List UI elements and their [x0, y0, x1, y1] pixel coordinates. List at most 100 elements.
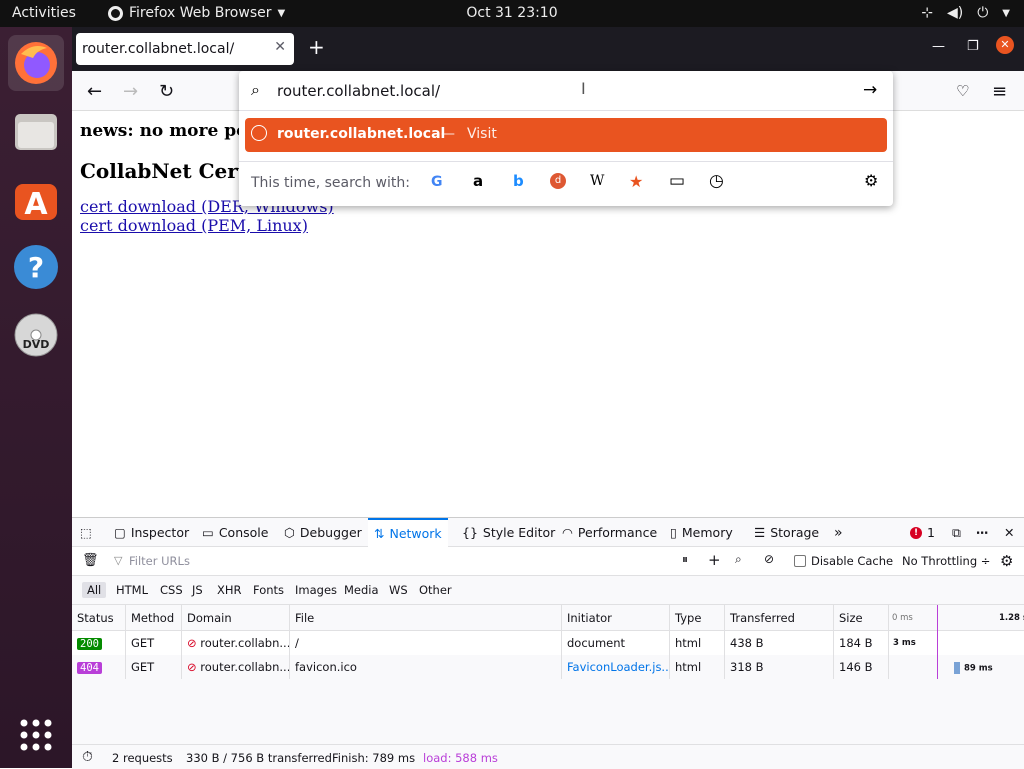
close-devtools-icon[interactable]: ✕: [1004, 518, 1014, 547]
tabs-icon[interactable]: ▭: [669, 171, 685, 191]
tab-performance[interactable]: ◠ Performance: [562, 518, 657, 547]
wikipedia-icon[interactable]: W: [590, 173, 604, 189]
table-row[interactable]: 404 GET ⊘ router.collabn... favicon.ico Favi…: [72, 655, 1024, 679]
search-icon[interactable]: ⌕: [735, 552, 742, 567]
url-bar[interactable]: ⌕ router.collabnet.local/ I →: [239, 71, 893, 111]
filter-xhr[interactable]: XHR: [217, 583, 242, 597]
throttling-select[interactable]: No Throttling ÷: [902, 554, 990, 568]
filter-fonts[interactable]: Fonts: [253, 583, 284, 597]
filter-images[interactable]: Images: [295, 583, 337, 597]
more-tabs-icon[interactable]: »: [834, 518, 843, 547]
col-domain[interactable]: Domain: [182, 605, 290, 630]
activities-button[interactable]: Activities: [12, 5, 76, 21]
tab-inspector[interactable]: ▢ Inspector: [114, 518, 189, 547]
dock-help[interactable]: ?: [8, 239, 64, 295]
app-menu[interactable]: Firefox Web Browser ▼: [108, 5, 285, 21]
col-file[interactable]: File: [290, 605, 562, 630]
network-arrows-icon: ⇅: [374, 526, 385, 541]
amazon-icon[interactable]: a: [473, 172, 483, 190]
maximize-button[interactable]: ❐: [967, 39, 979, 54]
filter-css[interactable]: CSS: [160, 583, 183, 597]
tab-debugger[interactable]: ⬡ Debugger: [284, 518, 362, 547]
col-type[interactable]: Type: [670, 605, 725, 630]
firefox-icon: [15, 42, 57, 84]
settings-gear-icon[interactable]: ⚙: [1000, 552, 1013, 570]
power-icon: ⏻: [977, 5, 989, 21]
history-icon[interactable]: ◷: [709, 171, 724, 191]
cert-download-pem-link[interactable]: cert download (PEM, Linux): [80, 216, 1016, 235]
bing-icon[interactable]: b: [513, 172, 524, 190]
col-method[interactable]: Method: [126, 605, 182, 630]
filter-js[interactable]: JS: [192, 583, 203, 597]
menu-button[interactable]: ≡: [992, 81, 1007, 102]
search-engines-row: This time, search with: G a b d W ★ ▭ ◷ …: [239, 161, 893, 205]
insecure-lock-icon: ⊘: [187, 636, 201, 650]
minimize-button[interactable]: —: [932, 39, 945, 54]
dock-software[interactable]: A: [8, 171, 64, 227]
search-icon: ⌕: [251, 80, 260, 99]
cell-transferred: 318 B: [725, 655, 834, 679]
network-toolbar: 🗑 ▽ Filter URLs ⏸ + ⌕ ⊘ Disable Cache No…: [72, 547, 1024, 576]
filter-other[interactable]: Other: [419, 583, 452, 597]
dock-side-icon[interactable]: ⧉: [952, 518, 961, 547]
dock-dvd[interactable]: DVD: [8, 307, 64, 363]
col-size[interactable]: Size: [834, 605, 889, 630]
initiator-value: document: [567, 636, 626, 650]
devtools-toolbar: ⬚ ▢ Inspector ▭ Console ⬡ Debugger ⇅ Network…: [72, 518, 1024, 547]
filter-html[interactable]: HTML: [116, 583, 148, 597]
disable-cache-checkbox[interactable]: [794, 555, 806, 567]
tab-style-editor[interactable]: {} Style Editor: [462, 518, 555, 547]
tab-console[interactable]: ▭ Console: [202, 518, 268, 547]
duckduckgo-icon[interactable]: d: [550, 173, 566, 189]
error-badge[interactable]: ! 1: [910, 518, 935, 547]
filter-all[interactable]: All: [82, 582, 107, 598]
pause-icon[interactable]: ⏸: [682, 552, 688, 567]
tab-memory[interactable]: ▯ Memory: [670, 518, 733, 547]
filter-urls-input[interactable]: Filter URLs: [129, 554, 190, 568]
files-icon: [15, 114, 57, 150]
cell-status: 404: [72, 655, 126, 679]
dock-firefox[interactable]: [8, 35, 64, 91]
waterfall-tick-end: 1.28 s: [999, 613, 1024, 623]
go-arrow-icon[interactable]: →: [863, 80, 877, 100]
google-icon[interactable]: G: [431, 174, 443, 190]
filter-ws[interactable]: WS: [389, 583, 408, 597]
element-picker-icon[interactable]: ⬚: [80, 518, 92, 547]
url-result-row[interactable]: router.collabnet.local — Visit: [245, 118, 887, 152]
load-time: load: 588 ms: [423, 751, 498, 765]
console-icon: ▭: [202, 525, 214, 540]
filter-media[interactable]: Media: [344, 583, 379, 597]
back-button[interactable]: ←: [87, 81, 102, 102]
reload-button[interactable]: ↻: [159, 81, 174, 102]
show-apps-button[interactable]: [8, 707, 64, 763]
settings-gear-icon[interactable]: ⚙: [864, 171, 878, 190]
new-tab-button[interactable]: +: [308, 35, 325, 59]
cell-timing: 89 ms: [889, 655, 1024, 679]
browser-tab[interactable]: router.collabnet.local/ ✕: [76, 33, 294, 65]
col-transferred[interactable]: Transferred: [725, 605, 834, 630]
dock-files[interactable]: [8, 103, 64, 159]
timing-value: 3 ms: [893, 638, 916, 648]
col-status[interactable]: Status: [72, 605, 126, 630]
bookmarks-icon[interactable]: ★: [629, 172, 643, 191]
close-tab-icon[interactable]: ✕: [274, 39, 286, 55]
caret-down-icon: ▼: [1002, 7, 1010, 19]
stopwatch-icon[interactable]: ⏱: [82, 749, 93, 765]
trash-icon[interactable]: 🗑: [82, 553, 99, 568]
close-window-button[interactable]: ✕: [996, 36, 1014, 54]
table-row[interactable]: 200 GET ⊘ router.collabn... / document html 43…: [72, 631, 1024, 655]
col-waterfall[interactable]: 0 ms 1.28 s: [889, 605, 1024, 630]
cell-domain: ⊘ router.collabn...: [182, 631, 290, 655]
add-icon[interactable]: +: [708, 551, 721, 569]
block-icon[interactable]: ⊘: [764, 552, 774, 566]
app-grid-icon: [20, 719, 52, 751]
system-tray[interactable]: ⊹ ◀) ⏻ ▼: [921, 5, 1010, 21]
tab-network[interactable]: ⇅ Network: [368, 518, 448, 547]
pocket-icon[interactable]: ♡: [956, 82, 969, 100]
more-options-icon[interactable]: ⋯: [976, 518, 989, 547]
url-input[interactable]: router.collabnet.local/: [277, 82, 440, 100]
forward-button[interactable]: →: [123, 81, 138, 102]
tab-label: Inspector: [130, 525, 190, 540]
tab-storage[interactable]: ☰ Storage: [754, 518, 819, 547]
col-initiator[interactable]: Initiator: [562, 605, 670, 630]
